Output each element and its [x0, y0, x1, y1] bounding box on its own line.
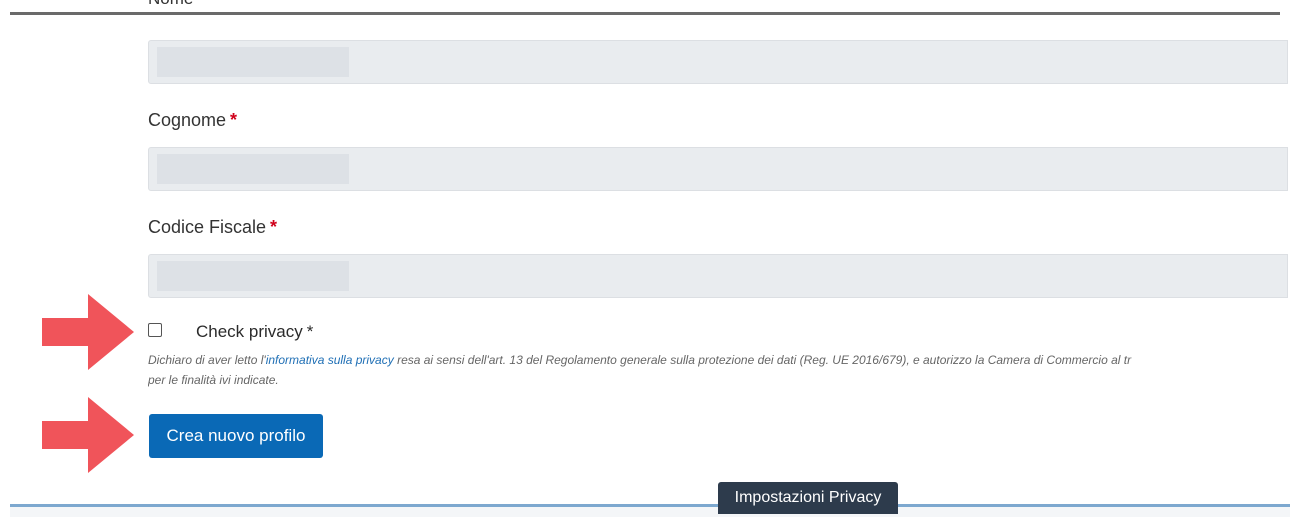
privacy-statement: Dichiaro di aver letto l'informativa sul… — [148, 350, 1288, 390]
nome-label: Nome — [148, 0, 193, 11]
privacy-policy-link[interactable]: informativa sulla privacy — [266, 353, 394, 367]
privacy-text-before: Dichiaro di aver letto l' — [148, 353, 266, 367]
codice-fiscale-input[interactable] — [148, 254, 1288, 298]
check-privacy-label: Check privacy * — [196, 322, 313, 342]
privacy-text-after: resa ai sensi dell'art. 13 del Regolamen… — [393, 353, 1132, 367]
redacted-value — [157, 154, 349, 184]
red-arrow-icon — [42, 397, 134, 473]
top-divider — [10, 12, 1280, 15]
required-marker: * — [270, 217, 278, 237]
privacy-checkbox[interactable] — [148, 323, 162, 337]
red-arrow-icon — [42, 294, 134, 370]
cognome-label: Cognome * — [148, 110, 237, 131]
codice-fiscale-label: Codice Fiscale * — [148, 217, 277, 238]
redacted-value — [157, 47, 349, 77]
privacy-settings-button[interactable]: Impostazioni Privacy — [718, 482, 898, 514]
redacted-value — [157, 261, 349, 291]
bottom-divider — [10, 504, 1290, 517]
required-marker: * — [230, 110, 238, 130]
nome-label-text: Nome — [148, 0, 193, 10]
privacy-text-line2: per le finalità ivi indicate. — [148, 373, 279, 387]
cognome-label-text: Cognome — [148, 110, 227, 130]
nome-input[interactable] — [148, 40, 1288, 84]
codice-fiscale-label-text: Codice Fiscale — [148, 217, 267, 237]
cognome-input[interactable] — [148, 147, 1288, 191]
check-privacy-required: * — [306, 322, 314, 341]
check-privacy-label-text: Check privacy — [196, 322, 303, 341]
create-profile-button[interactable]: Crea nuovo profilo — [149, 414, 323, 458]
